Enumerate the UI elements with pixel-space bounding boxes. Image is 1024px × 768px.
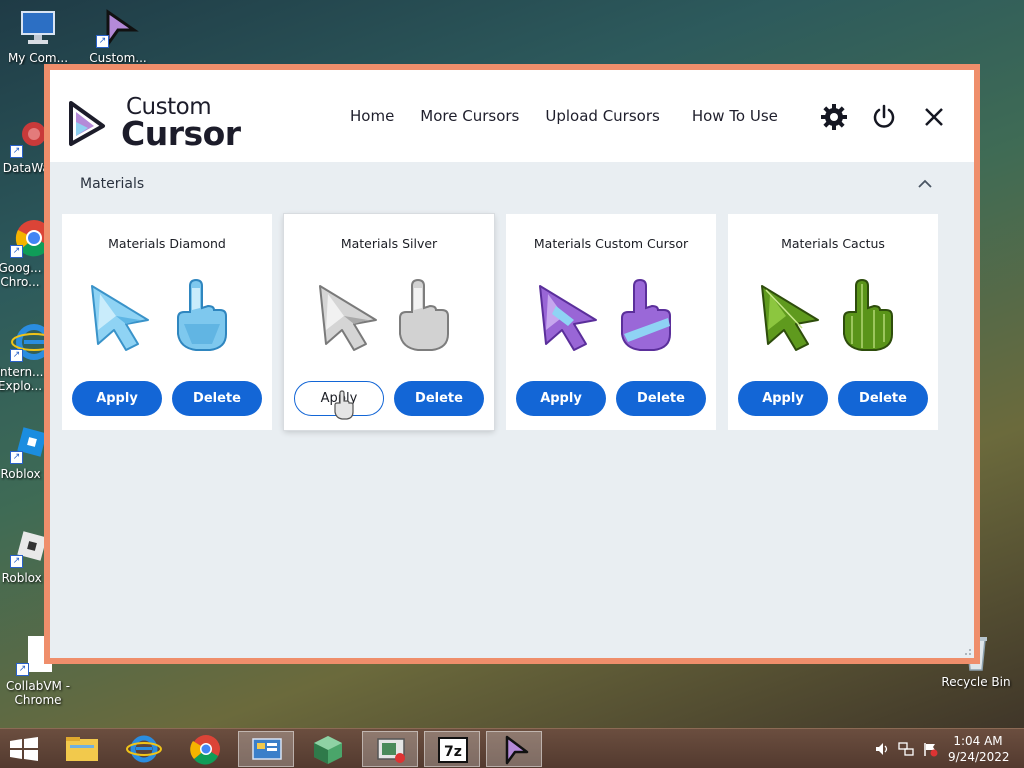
- taskbar: 7z 1:04 AM 9/24/2022: [0, 728, 1024, 768]
- close-button[interactable]: [920, 103, 948, 131]
- cursor-card-diamond: Materials Diamond Apply Delete: [62, 214, 272, 430]
- shortcut-arrow-icon: ↗: [10, 145, 23, 158]
- settings-button[interactable]: [820, 103, 848, 131]
- apply-button[interactable]: Apply: [516, 381, 606, 416]
- taskbar-internet-explorer[interactable]: [116, 731, 172, 767]
- collapse-button[interactable]: [916, 176, 934, 190]
- custom-cursor-window: Custom Cursor Home More Cursors Upload C…: [44, 64, 980, 664]
- taskbar-cube-app[interactable]: [300, 731, 356, 767]
- network-icon[interactable]: [898, 741, 914, 757]
- cursor-card-silver: Materials Silver Apply Delete: [284, 214, 494, 430]
- file-explorer-icon: [66, 737, 98, 761]
- diamond-hand-cursor-icon: [177, 278, 227, 351]
- desktop-icon-label: Recycle Bin: [941, 675, 1011, 689]
- 7zip-icon: 7z: [438, 737, 468, 763]
- svg-text:7z: 7z: [444, 744, 462, 760]
- shortcut-arrow-icon: ↗: [16, 663, 29, 676]
- cursor-card-grid: Materials Diamond Apply Delete Materials…: [62, 214, 952, 434]
- close-icon: [925, 108, 943, 126]
- delete-button[interactable]: Delete: [838, 381, 928, 416]
- window-content: Custom Cursor Home More Cursors Upload C…: [50, 70, 974, 658]
- taskbar-custom-cursor[interactable]: [486, 731, 542, 767]
- desktop-icon-label: My Com...: [7, 51, 69, 65]
- custom-cursor-logo-icon: ↗: [96, 8, 140, 49]
- nav-home[interactable]: Home: [350, 107, 394, 125]
- custom-cursor-app-icon: [505, 735, 529, 765]
- power-button[interactable]: [870, 103, 898, 131]
- cursor-preview: [86, 278, 250, 358]
- cursor-card-custom-cursor: Materials Custom Cursor Apply Delete: [506, 214, 716, 430]
- desktop-icon-label: Intern... Explo...: [0, 365, 44, 393]
- app-header: Custom Cursor Home More Cursors Upload C…: [50, 70, 974, 162]
- action-center-flag-icon[interactable]: [922, 741, 938, 757]
- silver-arrow-cursor-icon: [319, 285, 377, 351]
- cactus-hand-cursor-icon: [843, 278, 893, 351]
- chevron-up-icon: [918, 179, 932, 188]
- cube-app-icon: [314, 736, 342, 764]
- delete-button[interactable]: Delete: [616, 381, 706, 416]
- taskbar-clock[interactable]: 1:04 AM 9/24/2022: [948, 733, 1010, 765]
- recording-app-icon: [377, 738, 405, 763]
- cursor-preview: [752, 278, 916, 358]
- start-button[interactable]: [0, 731, 48, 767]
- card-title: Materials Diamond: [108, 236, 226, 251]
- main-nav: Home More Cursors Upload Cursors How To …: [350, 70, 804, 162]
- desktop-icon-my-computer[interactable]: My Com...: [0, 8, 76, 65]
- custom-cursor-logo[interactable]: Custom Cursor: [66, 92, 246, 153]
- delete-button[interactable]: Delete: [172, 381, 262, 416]
- diamond-arrow-cursor-icon: [91, 285, 149, 351]
- power-icon: [873, 104, 895, 128]
- computer-icon: [16, 8, 60, 48]
- shortcut-arrow-icon: ↗: [10, 555, 23, 568]
- taskbar-file-explorer[interactable]: [54, 731, 110, 767]
- silver-hand-cursor-icon: [399, 278, 449, 351]
- shortcut-arrow-icon: ↗: [10, 245, 23, 258]
- taskbar-7zip[interactable]: 7z: [424, 731, 480, 767]
- apply-button[interactable]: Apply: [738, 381, 828, 416]
- nav-how-to-use[interactable]: How To Use: [692, 107, 778, 125]
- nav-upload-cursors[interactable]: Upload Cursors: [545, 107, 659, 125]
- custom-arrow-cursor-icon: [539, 285, 597, 351]
- shortcut-arrow-icon: ↗: [10, 451, 23, 464]
- clock-time: 1:04 AM: [953, 734, 1003, 748]
- hand-pointer-cursor-icon: [334, 390, 354, 420]
- taskbar-recording-app[interactable]: [362, 731, 418, 767]
- cursor-preview: [530, 278, 694, 358]
- apply-button[interactable]: Apply: [72, 381, 162, 416]
- resize-grip-icon[interactable]: [962, 646, 972, 656]
- taskbar-chrome[interactable]: [178, 731, 234, 767]
- speaker-icon[interactable]: [874, 741, 890, 757]
- internet-explorer-icon: [126, 735, 162, 763]
- start-icon: [10, 737, 38, 761]
- desktop-icon-label: Custom...: [89, 51, 147, 65]
- taskbar-control-panel[interactable]: [238, 731, 294, 767]
- gear-icon: [821, 104, 847, 130]
- shortcut-arrow-icon: ↗: [10, 349, 23, 362]
- chrome-icon: [190, 735, 220, 765]
- clock-date: 9/24/2022: [948, 750, 1010, 764]
- nav-more-cursors[interactable]: More Cursors: [420, 107, 519, 125]
- desktop-icon-label: CollabVM - Chrome: [5, 679, 71, 707]
- cactus-arrow-cursor-icon: [761, 285, 819, 351]
- custom-hand-cursor-icon: [621, 278, 671, 351]
- cursor-preview: [308, 278, 472, 358]
- shortcut-arrow-icon: ↗: [96, 35, 109, 48]
- desktop-icon-custom-cursor[interactable]: ↗ Custom...: [80, 8, 156, 65]
- desktop-icon-label: Goog... Chro...: [0, 261, 42, 289]
- card-title: Materials Custom Cursor: [533, 236, 689, 251]
- materials-section-header[interactable]: Materials: [50, 162, 974, 206]
- card-title: Materials Silver: [340, 236, 438, 251]
- control-panel-icon: [252, 738, 282, 760]
- cursor-card-cactus: Materials Cactus Apply Delete: [728, 214, 938, 430]
- card-title: Materials Cactus: [781, 236, 885, 251]
- delete-button[interactable]: Delete: [394, 381, 484, 416]
- logo-text-cursor: Cursor: [121, 114, 241, 153]
- section-title: Materials: [80, 176, 145, 192]
